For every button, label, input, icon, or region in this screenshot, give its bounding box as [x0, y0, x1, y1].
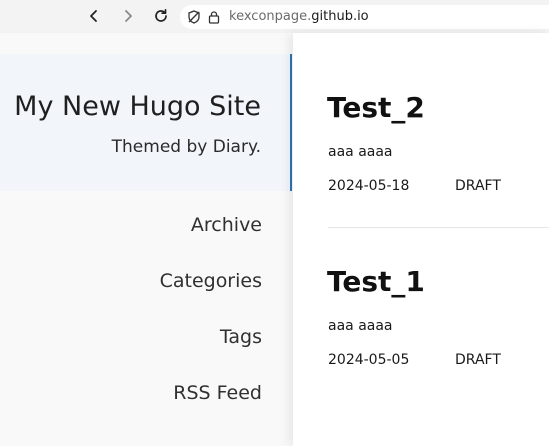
nav-item-rss-feed[interactable]: RSS Feed — [173, 380, 262, 406]
post-date: 2024-05-18 — [328, 178, 410, 194]
post-status: DRAFT — [455, 178, 501, 194]
post-summary: aaa aaaa — [328, 144, 393, 160]
chevron-right-icon — [125, 10, 132, 22]
back-button[interactable] — [84, 6, 104, 26]
reload-button[interactable] — [151, 6, 171, 26]
post-list: Test_2 aaa aaaa 2024-05-18 DRAFT Test_1 … — [293, 33, 549, 446]
page: My New Hugo Site Themed by Diary. Archiv… — [0, 33, 549, 446]
sidebar: My New Hugo Site Themed by Diary. Archiv… — [0, 33, 292, 446]
site-title[interactable]: My New Hugo Site — [14, 89, 261, 125]
post-status: DRAFT — [455, 352, 501, 368]
url-prefix: kexconpage. — [229, 9, 312, 24]
post-meta: 2024-05-18 DRAFT — [328, 176, 501, 196]
site-subtitle: Themed by Diary. — [111, 137, 261, 157]
lock-icon[interactable] — [207, 10, 221, 24]
post-meta: 2024-05-05 DRAFT — [328, 350, 501, 370]
tracking-protection-icon[interactable] — [187, 10, 201, 24]
reload-icon — [155, 8, 167, 22]
forward-button[interactable] — [118, 6, 138, 26]
nav-item-archive[interactable]: Archive — [191, 212, 262, 238]
sidebar-header: My New Hugo Site Themed by Diary. — [0, 54, 292, 191]
post-divider — [328, 227, 549, 228]
url-text[interactable]: kexconpage.github.io — [229, 8, 369, 26]
nav-item-categories[interactable]: Categories — [160, 268, 262, 294]
nav-item-tags[interactable]: Tags — [220, 324, 262, 350]
chevron-left-icon — [90, 10, 97, 22]
post-date: 2024-05-05 — [328, 352, 410, 368]
url-domain: github.io — [311, 9, 369, 24]
browser-toolbar: kexconpage.github.io — [0, 0, 549, 33]
post-title[interactable]: Test_2 — [327, 90, 425, 126]
post-title[interactable]: Test_1 — [327, 264, 425, 300]
post-summary: aaa aaaa — [328, 318, 393, 334]
